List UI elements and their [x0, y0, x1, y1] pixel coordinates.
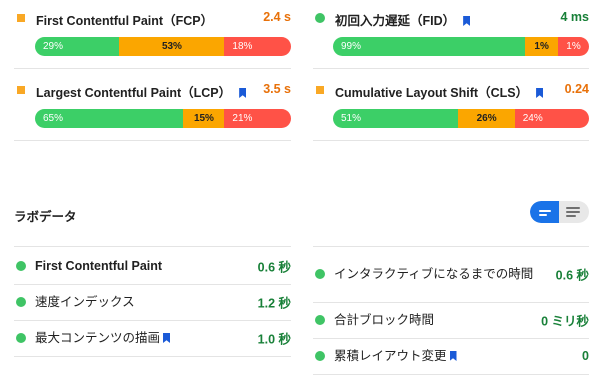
good-segment: 99%	[333, 37, 525, 56]
bookmark-icon[interactable]	[449, 351, 457, 361]
divider	[313, 140, 589, 141]
distribution-bar: 65% 15% 21%	[35, 109, 291, 128]
metric-value: 4 ms	[560, 10, 590, 24]
detail-view-button[interactable]	[559, 201, 588, 223]
lab-metric-tti: インタラクティブになるまでの時間 0.6 秒	[313, 248, 589, 300]
divider	[14, 246, 291, 247]
metric-value: 3.5 s	[263, 82, 291, 96]
lab-metric-value: 0.6 秒	[555, 268, 589, 283]
summary-view-button[interactable]	[530, 201, 559, 223]
lab-metric-value: 0	[582, 349, 589, 363]
lab-metric-cls: 累積レイアウト変更 0	[313, 338, 589, 374]
good-status-icon	[315, 269, 325, 279]
distribution-bar: 51% 26% 24%	[333, 109, 589, 128]
metric-name: First Contentful Paint（FCP）	[36, 14, 214, 28]
lab-metric-name: インタラクティブになるまでの時間	[334, 267, 534, 281]
metric-name: 初回入力遅延（FID）	[335, 10, 471, 29]
lab-metric-fcp: First Contentful Paint 0.6 秒	[14, 248, 291, 284]
lab-metric-name: 合計ブロック時間	[334, 313, 435, 327]
needs-improvement-segment: 53%	[119, 37, 225, 56]
average-status-icon	[316, 86, 324, 94]
lab-metric-lcp: 最大コンテンツの描画 1.0 秒	[14, 320, 291, 356]
metric-name: Cumulative Layout Shift（CLS）	[335, 82, 544, 101]
divider	[313, 68, 589, 69]
metric-value: 0.24	[564, 82, 589, 96]
needs-improvement-segment: 15%	[183, 109, 225, 128]
lab-metric-name: 最大コンテンツの描画	[35, 329, 171, 347]
average-status-icon	[17, 86, 25, 94]
poor-segment: 18%	[224, 37, 291, 56]
metric-fid: 初回入力遅延（FID） 4 ms 99% 1% 1%	[313, 10, 589, 60]
lab-metric-name: 累積レイアウト変更	[334, 347, 457, 365]
poor-segment: 21%	[224, 109, 291, 128]
bookmark-icon[interactable]	[536, 88, 544, 98]
bookmark-icon[interactable]	[463, 16, 471, 26]
good-status-icon	[16, 297, 26, 307]
divider	[14, 68, 291, 69]
bookmark-icon[interactable]	[163, 333, 171, 343]
good-segment: 29%	[35, 37, 120, 56]
divider	[313, 246, 589, 247]
good-segment: 65%	[35, 109, 184, 128]
divider	[14, 356, 291, 357]
bookmark-icon[interactable]	[239, 88, 247, 98]
distribution-bar: 99% 1% 1%	[333, 37, 589, 56]
lab-metric-value: 0 ミリ秒	[541, 314, 589, 329]
poor-segment: 24%	[514, 109, 589, 128]
lab-metric-speed-index: 速度インデックス 1.2 秒	[14, 284, 291, 320]
good-status-icon	[315, 315, 325, 325]
average-status-icon	[17, 14, 25, 22]
distribution-bar: 29% 53% 18%	[35, 37, 291, 56]
lab-metric-value: 0.6 秒	[257, 260, 291, 275]
metric-fcp: First Contentful Paint（FCP） 2.4 s 29% 53…	[14, 10, 291, 60]
lab-metric-value: 1.2 秒	[257, 296, 291, 311]
needs-improvement-segment: 1%	[525, 37, 559, 56]
poor-segment: 1%	[558, 37, 589, 56]
needs-improvement-segment: 26%	[458, 109, 515, 128]
lab-metric-name: First Contentful Paint	[35, 259, 163, 273]
view-toggle[interactable]	[530, 201, 589, 223]
metric-value: 2.4 s	[263, 10, 291, 24]
metric-name: Largest Contentful Paint（LCP）	[36, 82, 247, 101]
metric-cls: Cumulative Layout Shift（CLS） 0.24 51% 26…	[313, 82, 589, 132]
good-status-icon	[16, 333, 26, 343]
divider	[313, 374, 589, 375]
good-segment: 51%	[333, 109, 459, 128]
lab-metric-name: 速度インデックス	[35, 295, 135, 309]
divider	[14, 140, 291, 141]
good-status-icon	[315, 351, 325, 361]
lab-data-title: ラボデータ	[14, 210, 77, 224]
lab-metric-tbt: 合計ブロック時間 0 ミリ秒	[313, 302, 589, 338]
metric-lcp: Largest Contentful Paint（LCP） 3.5 s 65% …	[14, 82, 291, 132]
good-status-icon	[315, 13, 325, 23]
good-status-icon	[16, 261, 26, 271]
lab-metric-value: 1.0 秒	[257, 332, 291, 347]
